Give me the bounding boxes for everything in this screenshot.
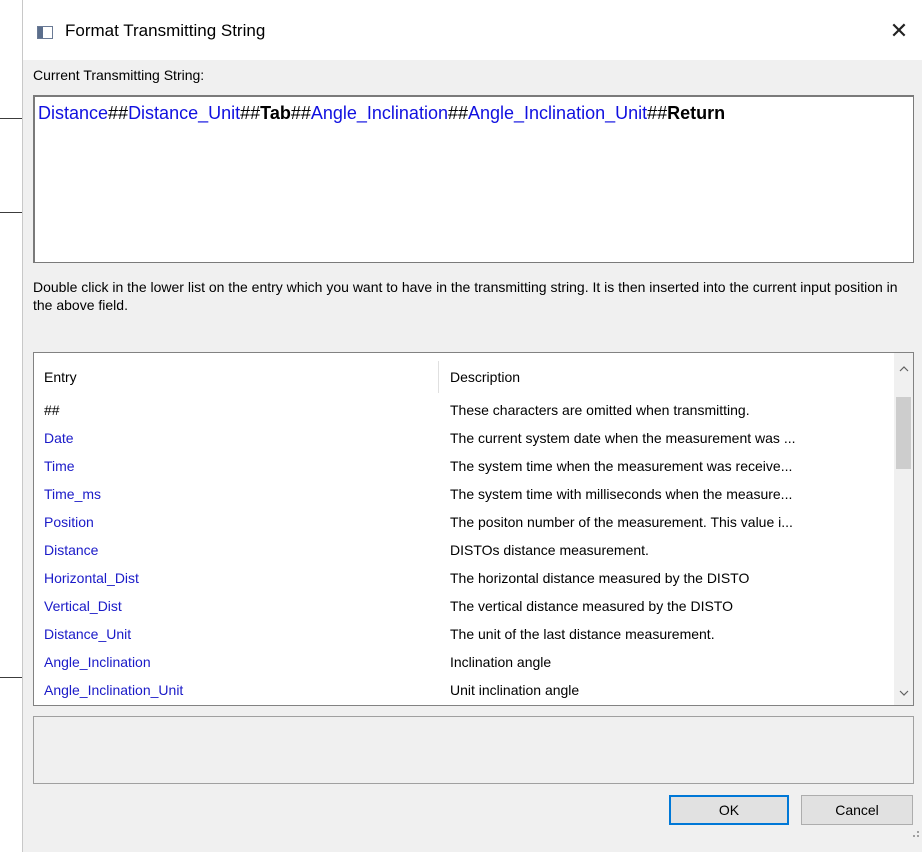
scroll-down-icon[interactable] <box>894 683 913 703</box>
vertical-scrollbar[interactable] <box>894 353 913 705</box>
list-item[interactable]: Angle_Inclination_Unit Unit inclination a… <box>34 677 896 705</box>
string-token: ## <box>447 103 468 123</box>
description-cell: The unit of the last distance measuremen… <box>450 626 715 642</box>
entry-list[interactable]: Entry Description ## These characters are… <box>33 352 914 706</box>
title-bar[interactable]: Format Transmitting String ✕ <box>23 0 922 60</box>
list-item[interactable]: Horizontal_Dist The horizontal distance m… <box>34 565 896 593</box>
string-token: Distance_Unit <box>128 103 241 123</box>
description-cell: The system time when the measurement was… <box>450 458 793 474</box>
string-token: Tab <box>260 103 291 123</box>
string-token: ## <box>290 103 311 123</box>
description-cell: The horizontal distance measured by the … <box>450 570 750 586</box>
string-token: ## <box>108 103 129 123</box>
entry-cell: Angle_Inclination_Unit <box>44 682 184 698</box>
description-panel <box>33 716 914 784</box>
string-token: Angle_Inclination_Unit <box>468 103 648 123</box>
list-item[interactable]: Time_ms The system time with milliseconds… <box>34 481 896 509</box>
list-header: Entry Description <box>34 353 896 393</box>
scroll-thumb[interactable] <box>896 397 911 469</box>
edge-tick <box>0 118 22 119</box>
transmitting-string-text[interactable]: Distance##Distance_Unit##Tab##Angle_Incl… <box>38 103 725 124</box>
list-item[interactable]: ## These characters are omitted when tran… <box>34 397 896 425</box>
description-cell: DISTOs distance measurement. <box>450 542 649 558</box>
entry-cell: ## <box>44 402 60 418</box>
entry-cell: Distance <box>44 542 99 558</box>
format-dialog: Format Transmitting String ✕ Current Tra… <box>22 0 922 852</box>
entry-cell: Position <box>44 514 94 530</box>
instructions-text: Double click in the lower list on the en… <box>33 279 898 313</box>
list-item[interactable]: Time The system time when the measurement… <box>34 453 896 481</box>
entry-cell: Distance_Unit <box>44 626 132 642</box>
string-token: ## <box>647 103 668 123</box>
description-cell: Inclination angle <box>450 654 552 670</box>
string-token: Angle_Inclination <box>310 103 448 123</box>
entry-cell: Angle_Inclination <box>44 654 151 670</box>
column-header-description[interactable]: Description <box>450 369 520 385</box>
description-cell: The current system date when the measure… <box>450 430 796 446</box>
description-cell: These characters are omitted when transm… <box>450 402 750 418</box>
cancel-button[interactable]: Cancel <box>801 795 913 825</box>
list-item[interactable]: Distance_Unit The unit of the last distan… <box>34 621 896 649</box>
list-item[interactable]: Date The current system date when the mea… <box>34 425 896 453</box>
entry-cell: Time_ms <box>44 486 102 502</box>
entry-cell: Horizontal_Dist <box>44 570 139 586</box>
description-cell: The system time with milliseconds when t… <box>450 486 793 502</box>
transmitting-string-editor[interactable]: Distance##Distance_Unit##Tab##Angle_Incl… <box>33 95 914 263</box>
close-icon[interactable]: ✕ <box>876 14 922 48</box>
background-window-edge <box>0 0 22 852</box>
ok-button[interactable]: OK <box>669 795 789 825</box>
description-cell: The positon number of the measurement. T… <box>450 514 793 530</box>
edge-tick <box>0 212 22 213</box>
column-divider[interactable] <box>438 361 439 393</box>
string-token: Return <box>667 103 726 123</box>
column-header-entry[interactable]: Entry <box>44 369 77 385</box>
description-cell: Unit inclination angle <box>450 682 580 698</box>
string-token: ## <box>240 103 261 123</box>
app-window-icon <box>37 26 53 39</box>
list-item[interactable]: Angle_Inclination Inclination angle <box>34 649 896 677</box>
edge-tick <box>0 677 22 678</box>
entry-cell: Vertical_Dist <box>44 598 122 614</box>
scroll-up-icon[interactable] <box>894 359 913 379</box>
entry-cell: Time <box>44 458 75 474</box>
resize-grip-icon[interactable] <box>908 826 920 838</box>
list-item[interactable]: Vertical_Dist The vertical distance measu… <box>34 593 896 621</box>
entry-cell: Date <box>44 430 74 446</box>
list-rows: ## These characters are omitted when tran… <box>34 397 896 705</box>
list-item[interactable]: Position The positon number of the measur… <box>34 509 896 537</box>
list-item[interactable]: Distance DISTOs distance measurement. <box>34 537 896 565</box>
dialog-title: Format Transmitting String <box>65 21 266 40</box>
description-cell: The vertical distance measured by the DI… <box>450 598 733 614</box>
current-string-label: Current Transmitting String: <box>33 67 205 83</box>
string-token: Distance <box>38 103 109 123</box>
